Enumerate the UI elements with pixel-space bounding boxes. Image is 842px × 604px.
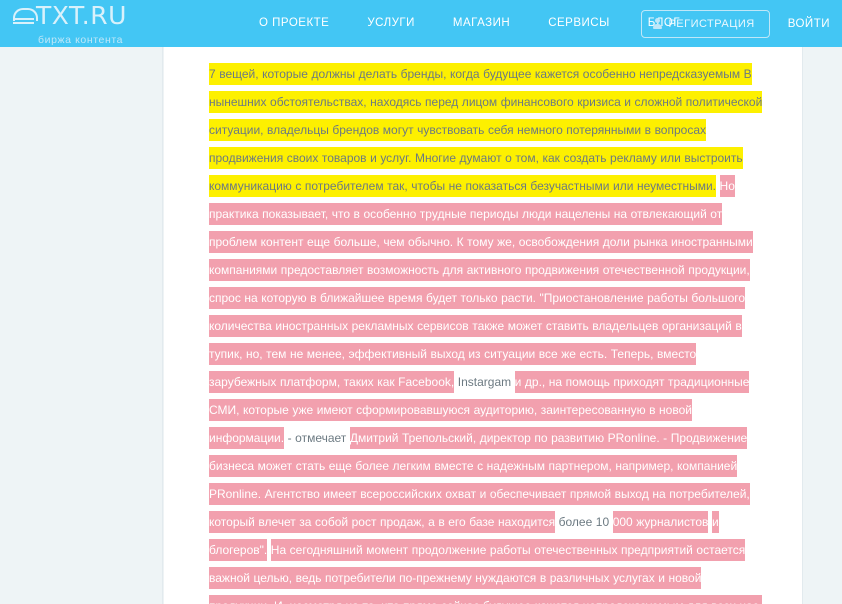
- content-panel: 7 вещей, которые должны делать бренды, к…: [164, 47, 802, 604]
- etxt-e-icon: [13, 5, 38, 27]
- nav-item-services[interactable]: УСЛУГИ: [348, 0, 434, 47]
- logo-wordmark: TXT.RU: [13, 3, 163, 30]
- right-gutter-panel: [802, 47, 842, 604]
- nav-item-shop[interactable]: МАГАЗИН: [434, 0, 529, 47]
- highlight-segment: 7 вещей, которые должны делать бренды, к…: [209, 63, 763, 197]
- checked-text-body[interactable]: 7 вещей, которые должны делать бренды, к…: [164, 47, 802, 604]
- user-icon: [653, 18, 663, 29]
- plain-segment: [716, 175, 720, 197]
- page-body: 7 вещей, которые должны делать бренды, к…: [0, 47, 842, 604]
- register-button-label: РЕГИСТРАЦИЯ: [668, 17, 755, 30]
- register-button[interactable]: РЕГИСТРАЦИЯ: [641, 9, 770, 38]
- login-button[interactable]: ВОЙТИ: [788, 18, 830, 30]
- top-navigation-bar: TXT.RU биржа контента О ПРОЕКТЕ УСЛУГИ М…: [0, 0, 842, 47]
- auth-area: РЕГИСТРАЦИЯ ВОЙТИ: [641, 0, 830, 47]
- highlight-segment: Но практика показывает, что в особенно т…: [209, 175, 753, 393]
- plain-segment: более 10: [555, 515, 613, 529]
- main-menu: О ПРОЕКТЕ УСЛУГИ МАГАЗИН СЕРВИСЫ БЛОГ: [240, 0, 699, 47]
- nav-item-about[interactable]: О ПРОЕКТЕ: [240, 0, 348, 47]
- plain-segment: Instargam: [454, 375, 515, 389]
- nav-item-tools[interactable]: СЕРВИСЫ: [529, 0, 629, 47]
- highlight-segment: На сегодняшний момент продолжение работы…: [209, 539, 762, 604]
- logo-tagline: биржа контента: [38, 34, 124, 46]
- highlight-segment: 000 журналистов: [612, 511, 709, 533]
- site-logo[interactable]: TXT.RU биржа контента: [13, 3, 163, 46]
- page-root: TXT.RU биржа контента О ПРОЕКТЕ УСЛУГИ М…: [0, 0, 842, 604]
- logo-text: TXT.RU: [36, 1, 127, 30]
- plain-segment: - отмечает: [284, 431, 350, 445]
- left-gutter-panel: [0, 47, 163, 604]
